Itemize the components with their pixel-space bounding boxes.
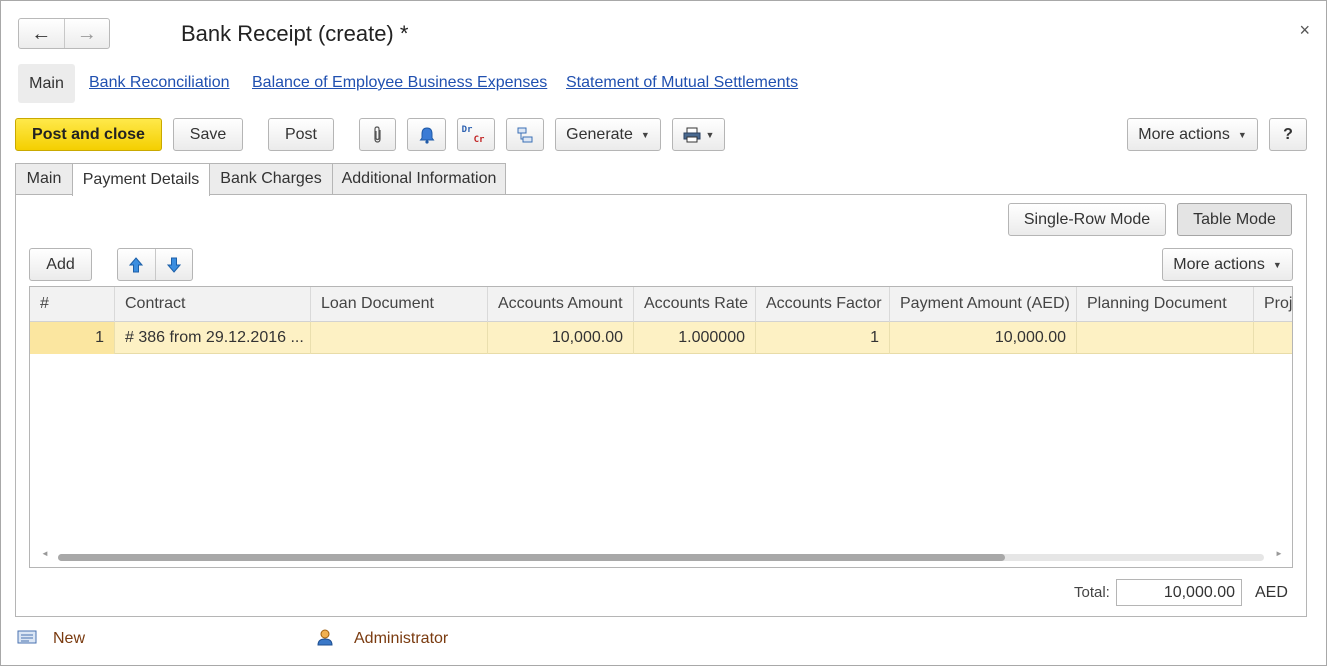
arrow-left-icon: ← [31, 22, 52, 45]
paperclip-icon [373, 125, 381, 143]
scroll-right-icon[interactable]: ► [1275, 549, 1283, 558]
close-icon[interactable]: × [1299, 20, 1310, 41]
generate-button[interactable]: Generate ▼ [555, 118, 661, 151]
column-header-accounts-amount[interactable]: Accounts Amount [488, 287, 634, 322]
single-row-mode-button[interactable]: Single-Row Mode [1008, 203, 1166, 236]
add-button[interactable]: Add [29, 248, 92, 281]
page-title: Bank Receipt (create) * [181, 21, 409, 46]
chevron-down-icon: ▼ [640, 129, 650, 140]
structure-button[interactable] [506, 118, 544, 151]
more-actions-button[interactable]: More actions ▼ [1127, 118, 1258, 151]
column-header-accounts-factor[interactable]: Accounts Factor [756, 287, 890, 322]
arrow-up-icon [129, 256, 144, 272]
column-header-loan-document[interactable]: Loan Document [311, 287, 488, 322]
cell-number[interactable]: 1 [30, 322, 115, 354]
cell-payment-amount[interactable]: 10,000.00 [890, 322, 1077, 354]
total-label: Total: [1074, 584, 1110, 601]
forward-button[interactable]: → [65, 19, 110, 48]
move-up-button[interactable] [118, 249, 156, 280]
document-status: New [53, 630, 86, 647]
grid-more-actions-label: More actions [1173, 255, 1265, 273]
bell-icon [419, 126, 434, 144]
cell-accounts-factor[interactable]: 1 [756, 322, 890, 354]
move-buttons [117, 248, 193, 281]
nav-buttons: ← → [18, 18, 110, 49]
attach-button[interactable] [359, 118, 396, 151]
save-button[interactable]: Save [173, 118, 243, 151]
printer-icon [683, 127, 701, 142]
total-field: 10,000.00 [1116, 579, 1242, 606]
scroll-left-icon[interactable]: ◄ [41, 549, 49, 558]
horizontal-scrollbar[interactable]: ◄ ► [41, 549, 1283, 562]
grid-more-actions-button[interactable]: More actions ▼ [1162, 248, 1293, 281]
link-bank-reconciliation[interactable]: Bank Reconciliation [89, 74, 230, 92]
column-header-payment-amount[interactable]: Payment Amount (AED) [890, 287, 1077, 322]
column-header-contract[interactable]: Contract [115, 287, 311, 322]
cell-project[interactable] [1254, 322, 1292, 354]
table-row[interactable]: 1 # 386 from 29.12.2016 ... 10,000.00 1.… [30, 322, 1292, 354]
cell-contract[interactable]: # 386 from 29.12.2016 ... [115, 322, 311, 354]
post-button[interactable]: Post [268, 118, 334, 151]
print-button[interactable]: ▼ [672, 118, 725, 151]
tab-main[interactable]: Main [15, 163, 73, 194]
link-balance-employee-expenses[interactable]: Balance of Employee Business Expenses [252, 74, 547, 92]
help-button[interactable]: ? [1269, 118, 1307, 151]
column-header-planning-document[interactable]: Planning Document [1077, 287, 1254, 322]
currency-label: AED [1255, 584, 1288, 601]
back-button[interactable]: ← [19, 19, 65, 48]
move-down-button[interactable] [156, 249, 193, 280]
dr-cr-button[interactable]: Dr Cr [457, 118, 495, 151]
document-status-icon [17, 629, 37, 650]
link-main[interactable]: Main [18, 64, 75, 103]
generate-label: Generate [566, 125, 633, 143]
table-header: # Contract Loan Document Accounts Amount… [30, 287, 1292, 322]
post-and-close-button[interactable]: Post and close [15, 118, 162, 151]
column-header-accounts-rate[interactable]: Accounts Rate [634, 287, 756, 322]
reminder-button[interactable] [407, 118, 446, 151]
arrow-down-icon [166, 257, 181, 273]
cell-planning-document[interactable] [1077, 322, 1254, 354]
column-header-project[interactable]: Proj [1254, 287, 1292, 322]
column-header-number[interactable]: # [30, 287, 115, 322]
table-mode-button[interactable]: Table Mode [1177, 203, 1292, 236]
chevron-down-icon: ▼ [1272, 259, 1282, 270]
cell-loan-document[interactable] [311, 322, 488, 354]
tab-bank-charges[interactable]: Bank Charges [209, 163, 333, 194]
scrollbar-thumb[interactable] [58, 554, 1005, 561]
tab-additional-information[interactable]: Additional Information [332, 163, 506, 194]
tab-payment-details[interactable]: Payment Details [72, 163, 210, 196]
arrow-right-icon: → [76, 22, 97, 45]
cell-accounts-amount[interactable]: 10,000.00 [488, 322, 634, 354]
author-name: Administrator [354, 630, 449, 647]
window: ← → Bank Receipt (create) * × Main Bank … [0, 0, 1327, 666]
chevron-down-icon: ▼ [1237, 129, 1247, 140]
cell-accounts-rate[interactable]: 1.000000 [634, 322, 756, 354]
link-statement-mutual-settlements[interactable]: Statement of Mutual Settlements [566, 74, 798, 92]
more-actions-label: More actions [1138, 125, 1230, 143]
structure-icon [517, 127, 533, 142]
user-icon [316, 628, 334, 651]
chevron-down-icon: ▼ [705, 129, 715, 140]
payment-details-table[interactable]: # Contract Loan Document Accounts Amount… [29, 286, 1293, 568]
dr-cr-icon: Dr Cr [461, 124, 485, 145]
